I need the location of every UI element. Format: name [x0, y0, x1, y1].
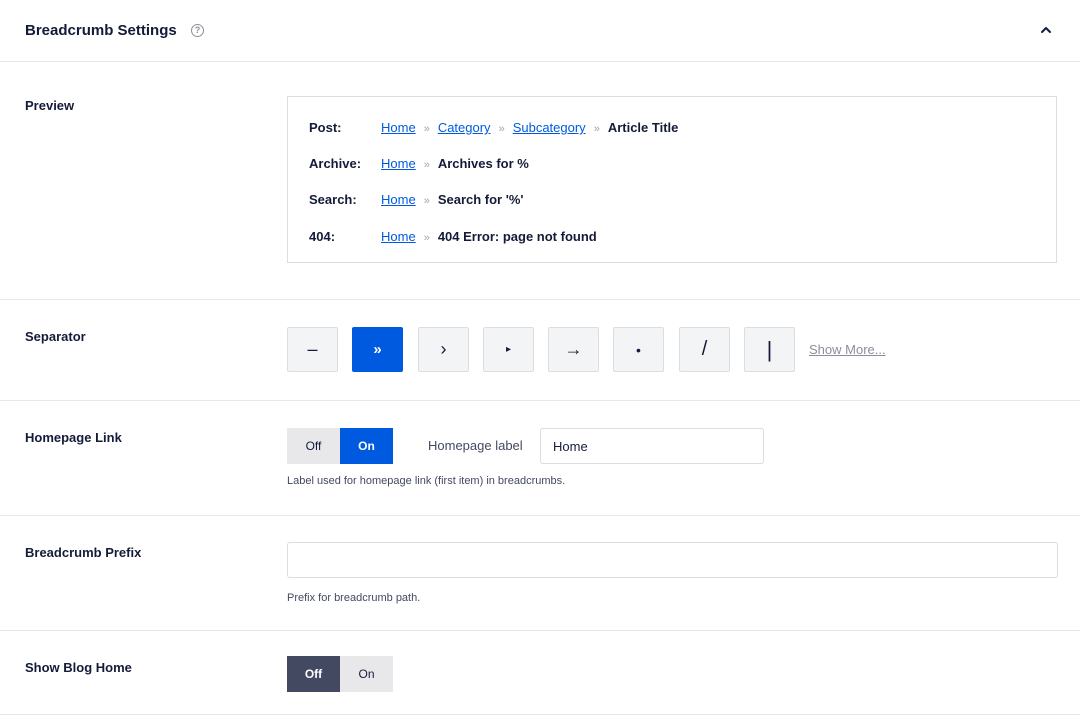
preview-separator: »: [423, 195, 430, 207]
row-divider: [0, 714, 1080, 715]
preview-key: Archive:: [309, 156, 362, 171]
row-divider: [0, 400, 1080, 401]
breadcrumb-preview: Post: Home » Category » Subcategory » Article …: [287, 96, 1057, 263]
breadcrumb-prefix-input[interactable]: [287, 542, 1058, 578]
preview-link-home[interactable]: Home: [381, 156, 416, 171]
breadcrumb-settings-panel: Breadcrumb Settings ? Preview Post: Home…: [0, 0, 1080, 716]
show-blog-home-label: Show Blog Home: [25, 660, 132, 675]
preview-current: Article Title: [607, 120, 679, 135]
homepage-link-label: Homepage Link: [25, 430, 122, 445]
preview-separator: »: [423, 232, 430, 244]
preview-key: Post:: [309, 120, 342, 135]
preview-link-home[interactable]: Home: [381, 229, 416, 244]
toggle-off-option[interactable]: Off: [287, 656, 340, 692]
preview-current: 404 Error: page not found: [437, 229, 597, 244]
homepage-link-help: Label used for homepage link (first item…: [287, 475, 566, 487]
separator-option-rsaquo[interactable]: ›: [418, 327, 469, 372]
preview-path: Home » Archives for %: [381, 155, 529, 174]
preview-link-home[interactable]: Home: [381, 192, 416, 207]
preview-key: 404:: [309, 229, 336, 244]
separator-option-pipe[interactable]: |: [744, 327, 795, 372]
toggle-on-option[interactable]: On: [340, 656, 393, 692]
show-more-link[interactable]: Show More...: [809, 342, 886, 357]
preview-separator: »: [423, 123, 430, 135]
preview-current: Search for '%': [437, 192, 524, 207]
separator-option-bullet[interactable]: •: [613, 327, 664, 372]
panel-title: Breadcrumb Settings: [25, 22, 177, 39]
separator-option-triangle[interactable]: ▸: [483, 327, 534, 372]
preview-current: Archives for %: [437, 156, 529, 171]
row-divider: [0, 515, 1080, 516]
preview-separator: »: [423, 159, 430, 171]
toggle-on-option[interactable]: On: [340, 428, 393, 464]
preview-path: Home » Category » Subcategory » Article Title: [381, 119, 678, 138]
row-divider: [0, 299, 1080, 300]
preview-link-subcategory[interactable]: Subcategory: [513, 120, 586, 135]
breadcrumb-prefix-label: Breadcrumb Prefix: [25, 545, 142, 560]
show-blog-home-toggle[interactable]: Off On: [287, 656, 393, 692]
preview-path: Home » 404 Error: page not found: [381, 228, 597, 247]
panel-header[interactable]: Breadcrumb Settings ?: [0, 0, 1080, 62]
preview-path: Home » Search for '%': [381, 191, 523, 210]
separator-option-slash[interactable]: /: [679, 327, 730, 372]
row-divider: [0, 630, 1080, 631]
separator-option-arrow[interactable]: →: [548, 327, 599, 372]
separator-option-raquo[interactable]: »: [352, 327, 403, 372]
help-icon[interactable]: ?: [191, 24, 204, 37]
homepage-label-input[interactable]: [540, 428, 764, 464]
separator-option-dash[interactable]: –: [287, 327, 338, 372]
preview-link-category[interactable]: Category: [438, 120, 491, 135]
homepage-link-toggle[interactable]: Off On: [287, 428, 393, 464]
preview-label: Preview: [25, 98, 75, 113]
toggle-off-option[interactable]: Off: [287, 428, 340, 464]
separator-label: Separator: [25, 329, 86, 344]
preview-key: Search:: [309, 192, 357, 207]
preview-separator: »: [593, 123, 600, 135]
homepage-label-caption: Homepage label: [428, 438, 523, 453]
breadcrumb-prefix-help: Prefix for breadcrumb path.: [287, 592, 421, 604]
preview-separator: »: [498, 123, 505, 135]
chevron-up-icon[interactable]: [1036, 20, 1056, 40]
preview-link-home[interactable]: Home: [381, 120, 416, 135]
